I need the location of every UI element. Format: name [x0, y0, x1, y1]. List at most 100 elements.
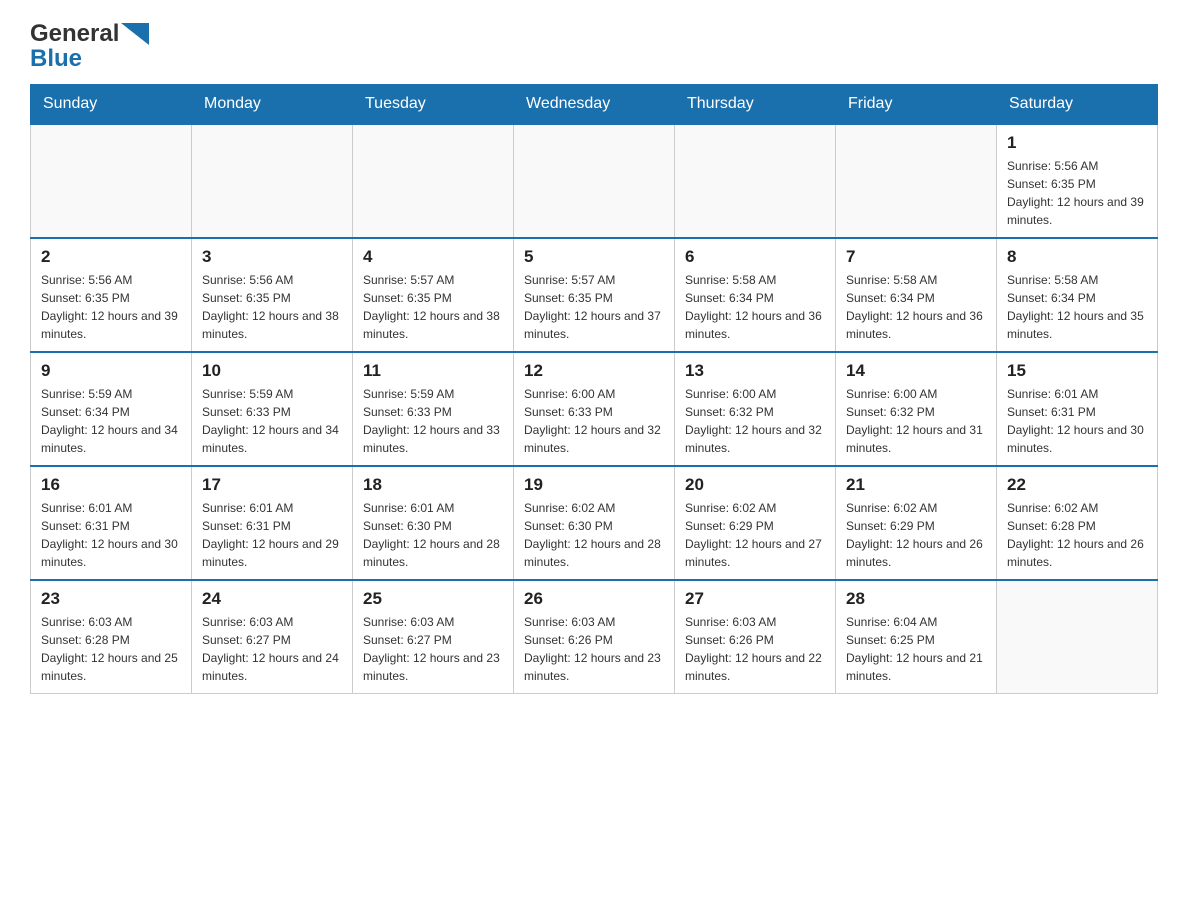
day-number: 4	[363, 247, 503, 267]
weekday-header-row: SundayMondayTuesdayWednesdayThursdayFrid…	[31, 84, 1158, 124]
calendar-week-row: 23 Sunrise: 6:03 AMSunset: 6:28 PMDayligh…	[31, 580, 1158, 694]
day-number: 13	[685, 361, 825, 381]
calendar-cell	[353, 124, 514, 238]
day-number: 20	[685, 475, 825, 495]
day-number: 10	[202, 361, 342, 381]
calendar-cell: 4 Sunrise: 5:57 AMSunset: 6:35 PMDaylight…	[353, 238, 514, 352]
day-info: Sunrise: 6:03 AMSunset: 6:26 PMDaylight:…	[685, 613, 825, 685]
calendar-cell	[31, 124, 192, 238]
day-number: 18	[363, 475, 503, 495]
calendar-cell: 9 Sunrise: 5:59 AMSunset: 6:34 PMDaylight…	[31, 352, 192, 466]
calendar-cell: 26Sunrise: 6:03 AMSunset: 6:26 PMDayligh…	[514, 580, 675, 694]
calendar-cell: 25 Sunrise: 6:03 AMSunset: 6:27 PMDayligh…	[353, 580, 514, 694]
calendar-cell: 27 Sunrise: 6:03 AMSunset: 6:26 PMDayligh…	[675, 580, 836, 694]
day-number: 28	[846, 589, 986, 609]
day-info: Sunrise: 6:03 AMSunset: 6:27 PMDaylight:…	[363, 613, 503, 685]
calendar-week-row: 1 Sunrise: 5:56 AMSunset: 6:35 PMDaylight…	[31, 124, 1158, 238]
day-info: Sunrise: 6:02 AMSunset: 6:28 PMDaylight:…	[1007, 499, 1147, 571]
day-number: 27	[685, 589, 825, 609]
day-number: 9	[41, 361, 181, 381]
day-number: 6	[685, 247, 825, 267]
day-number: 12	[524, 361, 664, 381]
weekday-header-friday: Friday	[836, 84, 997, 124]
calendar-cell: 13Sunrise: 6:00 AMSunset: 6:32 PMDayligh…	[675, 352, 836, 466]
day-info: Sunrise: 6:03 AMSunset: 6:28 PMDaylight:…	[41, 613, 181, 685]
weekday-header-tuesday: Tuesday	[353, 84, 514, 124]
day-info: Sunrise: 5:58 AMSunset: 6:34 PMDaylight:…	[846, 271, 986, 343]
day-info: Sunrise: 5:56 AMSunset: 6:35 PMDaylight:…	[1007, 157, 1147, 229]
day-info: Sunrise: 6:04 AMSunset: 6:25 PMDaylight:…	[846, 613, 986, 685]
day-info: Sunrise: 5:57 AMSunset: 6:35 PMDaylight:…	[363, 271, 503, 343]
calendar-cell: 2 Sunrise: 5:56 AMSunset: 6:35 PMDaylight…	[31, 238, 192, 352]
weekday-header-wednesday: Wednesday	[514, 84, 675, 124]
day-number: 8	[1007, 247, 1147, 267]
day-number: 17	[202, 475, 342, 495]
day-number: 15	[1007, 361, 1147, 381]
day-info: Sunrise: 6:01 AMSunset: 6:31 PMDaylight:…	[202, 499, 342, 571]
day-number: 21	[846, 475, 986, 495]
day-number: 5	[524, 247, 664, 267]
day-number: 26	[524, 589, 664, 609]
calendar-cell	[836, 124, 997, 238]
calendar-week-row: 2 Sunrise: 5:56 AMSunset: 6:35 PMDaylight…	[31, 238, 1158, 352]
calendar-cell	[192, 124, 353, 238]
day-info: Sunrise: 6:00 AMSunset: 6:32 PMDaylight:…	[846, 385, 986, 457]
logo-container: General Blue	[30, 20, 149, 74]
day-info: Sunrise: 5:57 AMSunset: 6:35 PMDaylight:…	[524, 271, 664, 343]
day-info: Sunrise: 6:01 AMSunset: 6:31 PMDaylight:…	[1007, 385, 1147, 457]
calendar-cell: 8 Sunrise: 5:58 AMSunset: 6:34 PMDaylight…	[997, 238, 1158, 352]
calendar-cell: 11Sunrise: 5:59 AMSunset: 6:33 PMDayligh…	[353, 352, 514, 466]
calendar-cell	[514, 124, 675, 238]
day-info: Sunrise: 6:01 AMSunset: 6:30 PMDaylight:…	[363, 499, 503, 571]
weekday-header-sunday: Sunday	[31, 84, 192, 124]
day-number: 14	[846, 361, 986, 381]
calendar-cell: 16 Sunrise: 6:01 AMSunset: 6:31 PMDayligh…	[31, 466, 192, 580]
day-info: Sunrise: 5:56 AMSunset: 6:35 PMDaylight:…	[202, 271, 342, 343]
day-info: Sunrise: 5:58 AMSunset: 6:34 PMDaylight:…	[685, 271, 825, 343]
calendar-cell: 23 Sunrise: 6:03 AMSunset: 6:28 PMDayligh…	[31, 580, 192, 694]
calendar-cell: 1 Sunrise: 5:56 AMSunset: 6:35 PMDaylight…	[997, 124, 1158, 238]
calendar-cell: 5 Sunrise: 5:57 AMSunset: 6:35 PMDaylight…	[514, 238, 675, 352]
day-number: 24	[202, 589, 342, 609]
day-info: Sunrise: 6:03 AMSunset: 6:27 PMDaylight:…	[202, 613, 342, 685]
page-header: General Blue	[30, 20, 1158, 74]
day-number: 16	[41, 475, 181, 495]
calendar-cell: 24 Sunrise: 6:03 AMSunset: 6:27 PMDayligh…	[192, 580, 353, 694]
calendar-cell: 15 Sunrise: 6:01 AMSunset: 6:31 PMDayligh…	[997, 352, 1158, 466]
day-info: Sunrise: 6:02 AMSunset: 6:29 PMDaylight:…	[846, 499, 986, 571]
day-info: Sunrise: 6:02 AMSunset: 6:30 PMDaylight:…	[524, 499, 664, 571]
day-number: 19	[524, 475, 664, 495]
calendar-cell: 6 Sunrise: 5:58 AMSunset: 6:34 PMDaylight…	[675, 238, 836, 352]
day-info: Sunrise: 6:02 AMSunset: 6:29 PMDaylight:…	[685, 499, 825, 571]
calendar-cell: 12Sunrise: 6:00 AMSunset: 6:33 PMDayligh…	[514, 352, 675, 466]
calendar-cell	[997, 580, 1158, 694]
day-info: Sunrise: 5:59 AMSunset: 6:33 PMDaylight:…	[363, 385, 503, 457]
day-info: Sunrise: 5:59 AMSunset: 6:33 PMDaylight:…	[202, 385, 342, 457]
day-info: Sunrise: 5:56 AMSunset: 6:35 PMDaylight:…	[41, 271, 181, 343]
calendar-cell: 14 Sunrise: 6:00 AMSunset: 6:32 PMDayligh…	[836, 352, 997, 466]
calendar-cell: 10 Sunrise: 5:59 AMSunset: 6:33 PMDayligh…	[192, 352, 353, 466]
day-info: Sunrise: 6:01 AMSunset: 6:31 PMDaylight:…	[41, 499, 181, 571]
day-number: 7	[846, 247, 986, 267]
calendar-week-row: 9 Sunrise: 5:59 AMSunset: 6:34 PMDaylight…	[31, 352, 1158, 466]
day-number: 2	[41, 247, 181, 267]
day-info: Sunrise: 5:59 AMSunset: 6:34 PMDaylight:…	[41, 385, 181, 457]
calendar-cell: 17 Sunrise: 6:01 AMSunset: 6:31 PMDayligh…	[192, 466, 353, 580]
weekday-header-saturday: Saturday	[997, 84, 1158, 124]
calendar-cell: 28 Sunrise: 6:04 AMSunset: 6:25 PMDayligh…	[836, 580, 997, 694]
calendar-cell	[675, 124, 836, 238]
calendar-week-row: 16 Sunrise: 6:01 AMSunset: 6:31 PMDayligh…	[31, 466, 1158, 580]
calendar-table: SundayMondayTuesdayWednesdayThursdayFrid…	[30, 84, 1158, 694]
day-number: 1	[1007, 133, 1147, 153]
day-number: 23	[41, 589, 181, 609]
weekday-header-thursday: Thursday	[675, 84, 836, 124]
calendar-cell: 22Sunrise: 6:02 AMSunset: 6:28 PMDayligh…	[997, 466, 1158, 580]
logo-blue: Blue	[30, 45, 149, 74]
calendar-cell: 20 Sunrise: 6:02 AMSunset: 6:29 PMDayligh…	[675, 466, 836, 580]
calendar-cell: 21 Sunrise: 6:02 AMSunset: 6:29 PMDayligh…	[836, 466, 997, 580]
day-number: 25	[363, 589, 503, 609]
logo-triangle-icon	[121, 23, 149, 45]
day-info: Sunrise: 5:58 AMSunset: 6:34 PMDaylight:…	[1007, 271, 1147, 343]
calendar-cell: 3Sunrise: 5:56 AMSunset: 6:35 PMDaylight…	[192, 238, 353, 352]
calendar-cell: 18 Sunrise: 6:01 AMSunset: 6:30 PMDayligh…	[353, 466, 514, 580]
